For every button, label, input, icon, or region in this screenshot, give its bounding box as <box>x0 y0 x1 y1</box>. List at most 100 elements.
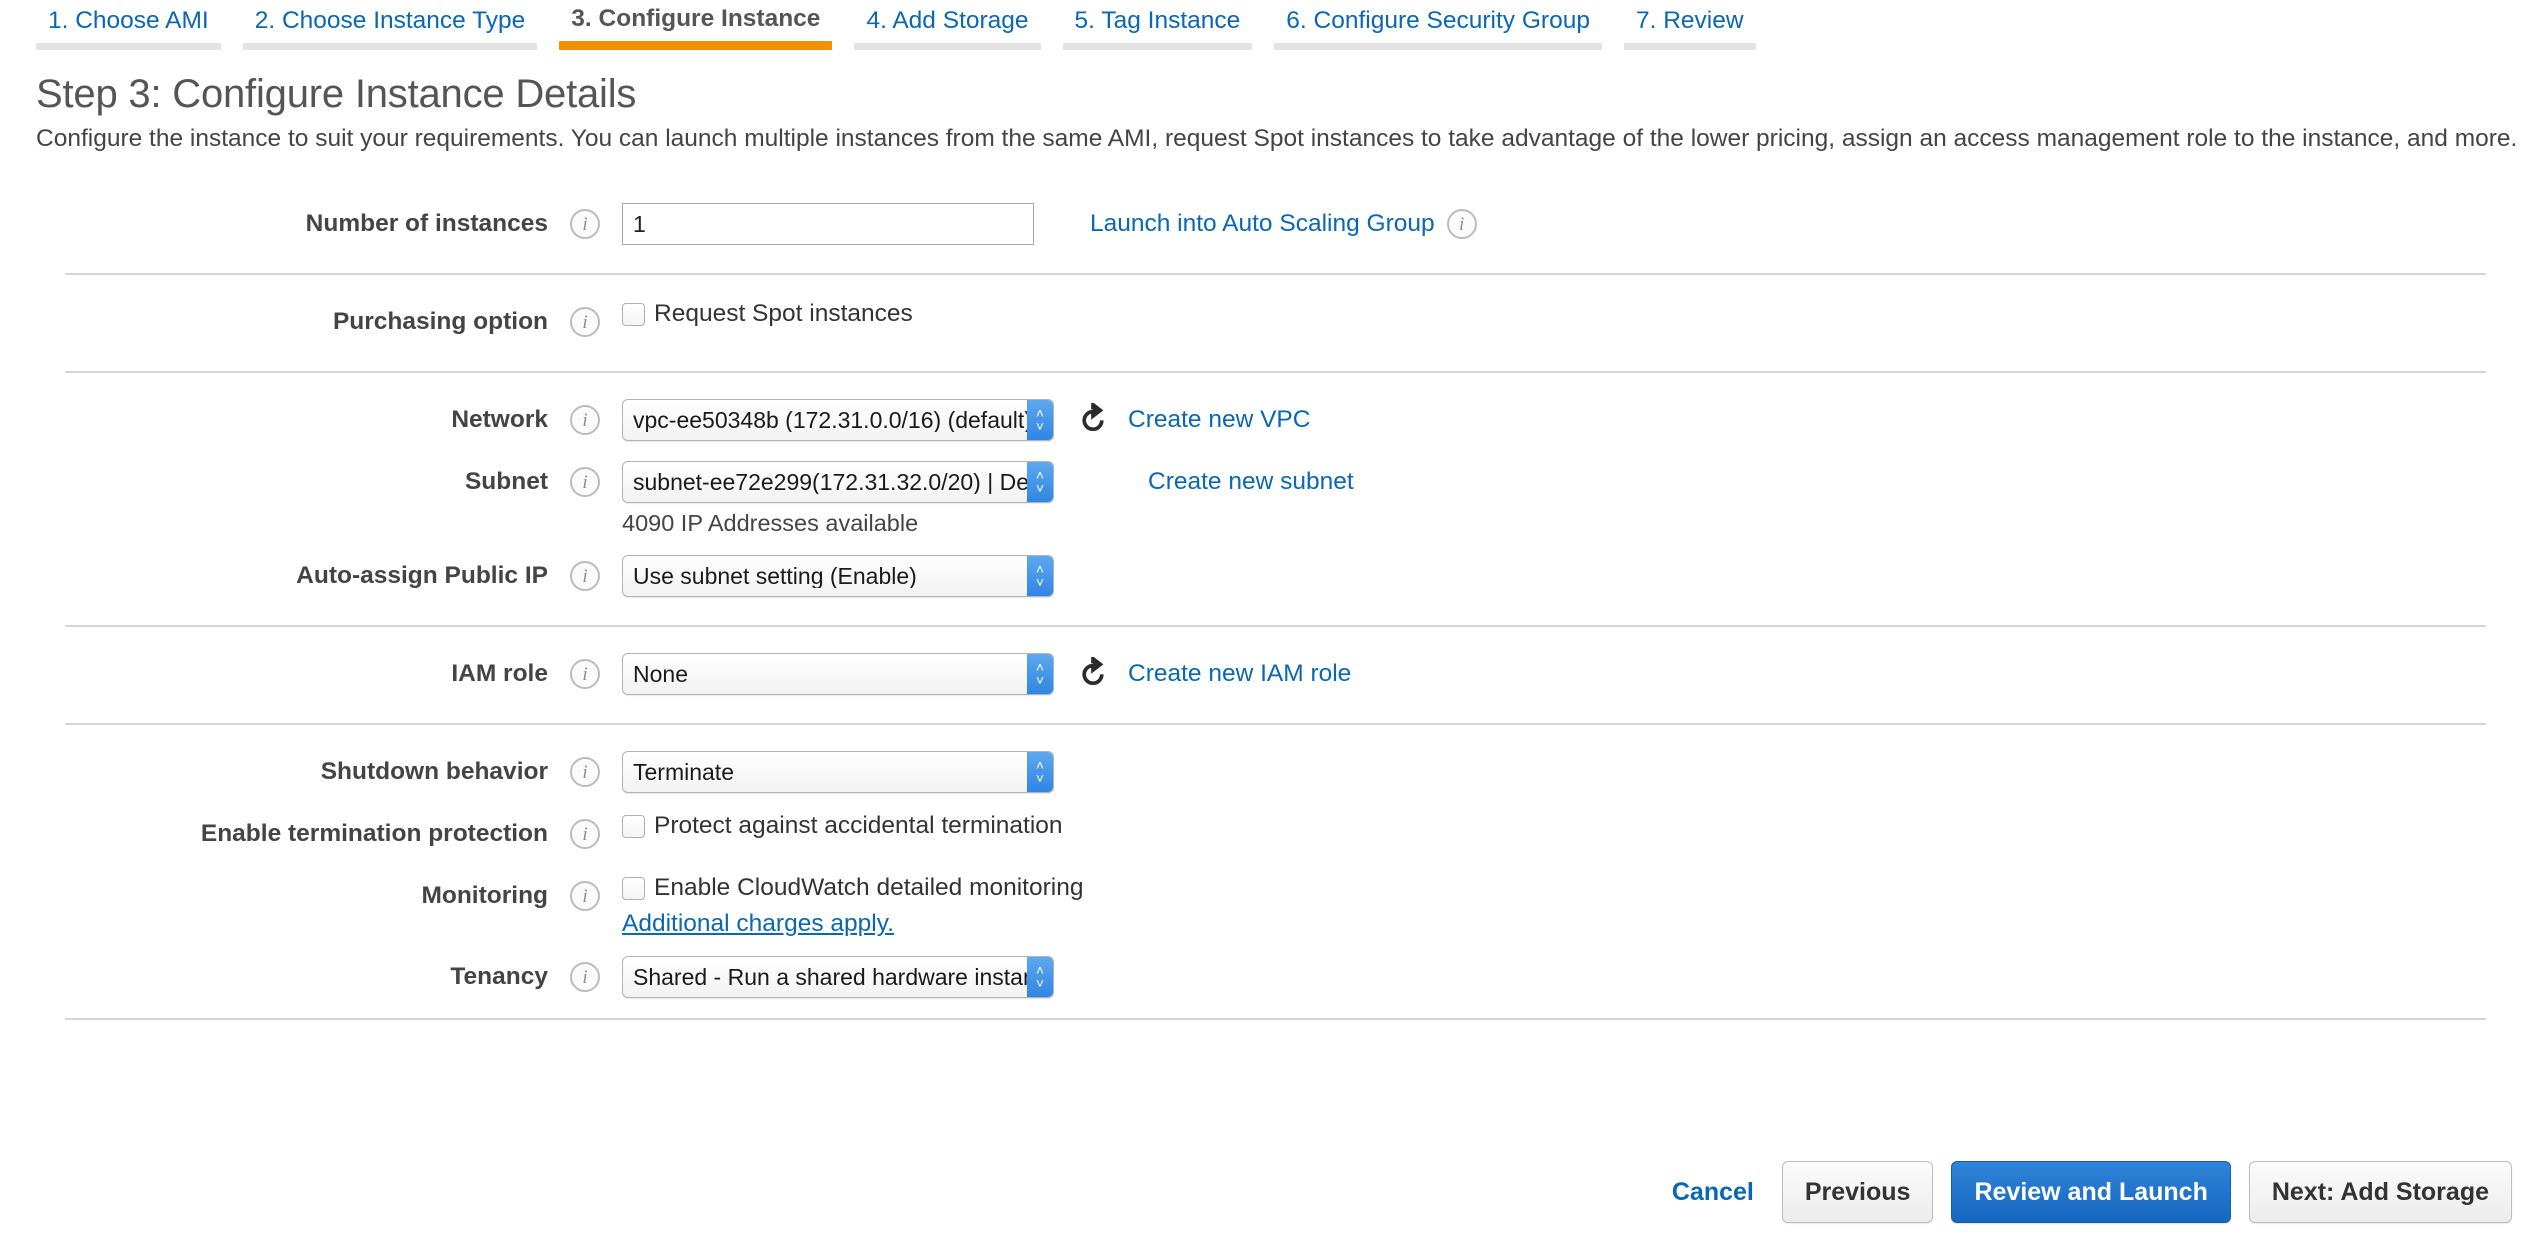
info-icon[interactable]: i <box>570 467 600 498</box>
tab-label: 3. Configure Instance <box>571 4 821 32</box>
network-select-value: vpc-ee50348b (172.31.0.0/16) (default) <box>633 408 1032 432</box>
tab-tag-instance[interactable]: 5. Tag Instance <box>1062 6 1253 50</box>
info-icon[interactable]: i <box>570 209 600 240</box>
tab-label: 6. Configure Security Group <box>1286 6 1590 34</box>
field-row-number-of-instances: Number of instances i Launch into Auto S… <box>0 203 2548 247</box>
chevron-updown-icon: ˄ ˅ <box>1027 462 1053 503</box>
field-row-purchasing-option: Purchasing option i Request Spot instanc… <box>0 300 2548 345</box>
field-row-subnet: Subnet i subnet-ee72e299(172.31.32.0/20)… <box>0 461 2548 537</box>
field-monitoring: Enable CloudWatch detailed monitoring Ad… <box>622 874 2548 938</box>
tab-underline-active <box>559 41 833 50</box>
tab-underline <box>1623 43 1756 50</box>
subnet-ip-availability-note: 4090 IP Addresses available <box>622 510 919 537</box>
additional-charges-link[interactable]: Additional charges apply. <box>622 910 894 937</box>
review-and-launch-button[interactable]: Review and Launch <box>1951 1161 2231 1223</box>
field-shutdown-behavior: Terminate ˄ ˅ <box>622 751 2548 794</box>
field-network: vpc-ee50348b (172.31.0.0/16) (default) ˄… <box>622 399 2548 442</box>
tab-label: 5. Tag Instance <box>1074 6 1241 34</box>
tab-review[interactable]: 7. Review <box>1623 6 1756 50</box>
tab-underline <box>242 43 538 50</box>
monitoring-label: Enable CloudWatch detailed monitoring <box>654 874 1084 902</box>
monitoring-checkbox[interactable] <box>622 877 645 901</box>
label-shutdown-behavior: Shutdown behavior <box>320 758 548 786</box>
field-iam-role: None ˄ ˅ Create new IAM role <box>622 653 2548 696</box>
request-spot-instances-checkbox[interactable] <box>622 303 645 327</box>
refresh-icon[interactable] <box>1076 403 1110 437</box>
create-new-vpc-link[interactable]: Create new VPC <box>1128 406 1310 434</box>
chevron-updown-icon: ˄ ˅ <box>1027 654 1053 695</box>
info-icon[interactable]: i <box>570 405 600 436</box>
shutdown-behavior-value: Terminate <box>633 760 734 784</box>
termination-protection-row[interactable]: Protect against accidental termination <box>622 812 2548 840</box>
info-icon[interactable]: i <box>570 881 600 912</box>
wizard-footer: Cancel Previous Review and Launch Next: … <box>0 1132 2548 1252</box>
iam-role-select-value: None <box>633 662 688 686</box>
refresh-icon[interactable] <box>1076 657 1110 691</box>
create-new-iam-role-link[interactable]: Create new IAM role <box>1128 660 1351 688</box>
info-icon[interactable]: i <box>570 659 600 690</box>
label-auto-assign-public-ip: Auto-assign Public IP <box>296 562 548 590</box>
previous-button[interactable]: Previous <box>1781 1161 1934 1223</box>
tab-label: 7. Review <box>1635 6 1744 34</box>
page-description: Configure the instance to suit your requ… <box>36 124 2518 152</box>
field-row-termination-protection: Enable termination protection i Protect … <box>0 812 2548 857</box>
chevron-updown-icon: ˄ ˅ <box>1027 400 1053 441</box>
label-tenancy: Tenancy <box>450 963 548 991</box>
label-monitoring: Monitoring <box>421 882 548 910</box>
label-iam-role: IAM role <box>451 660 548 688</box>
next-add-storage-button[interactable]: Next: Add Storage <box>2248 1161 2512 1223</box>
tenancy-select[interactable]: Shared - Run a shared hardware instance … <box>622 956 1054 999</box>
section-divider <box>65 1018 2486 1021</box>
create-new-subnet-link[interactable]: Create new subnet <box>1148 468 1354 496</box>
auto-assign-public-ip-select[interactable]: Use subnet setting (Enable) ˄ ˅ <box>622 555 1054 598</box>
info-cell: i <box>548 956 622 993</box>
request-spot-instances-row[interactable]: Request Spot instances <box>622 300 2548 328</box>
tab-underline <box>1274 43 1602 50</box>
tab-label: 4. Add Storage <box>866 6 1029 34</box>
field-number-of-instances: Launch into Auto Scaling Group i <box>622 203 2548 246</box>
field-row-shutdown-behavior: Shutdown behavior i Terminate ˄ ˅ <box>0 751 2548 795</box>
tab-underline <box>36 43 221 50</box>
request-spot-instances-label: Request Spot instances <box>654 300 913 328</box>
tab-configure-instance[interactable]: 3. Configure Instance <box>559 4 833 50</box>
field-termination-protection: Protect against accidental termination <box>622 812 2548 840</box>
termination-protection-label: Protect against accidental termination <box>654 812 1063 840</box>
chevron-down-icon: ˅ <box>1035 672 1045 689</box>
auto-assign-public-ip-value: Use subnet setting (Enable) <box>633 564 917 588</box>
label-purchasing-option: Purchasing option <box>332 308 548 336</box>
tab-choose-instance-type[interactable]: 2. Choose Instance Type <box>242 8 538 50</box>
network-select[interactable]: vpc-ee50348b (172.31.0.0/16) (default) ˄… <box>622 399 1054 442</box>
info-cell: i <box>548 653 622 690</box>
field-row-monitoring: Monitoring i Enable CloudWatch detailed … <box>0 874 2548 938</box>
tab-configure-security-group[interactable]: 6. Configure Security Group <box>1274 6 1602 50</box>
field-purchasing-option: Request Spot instances <box>622 300 2548 328</box>
termination-protection-checkbox[interactable] <box>622 815 645 839</box>
info-icon[interactable]: i <box>570 561 600 592</box>
field-auto-assign-public-ip: Use subnet setting (Enable) ˄ ˅ <box>622 555 2548 598</box>
label-network: Network <box>451 406 548 434</box>
page-title: Step 3: Configure Instance Details <box>36 72 637 116</box>
monitoring-row[interactable]: Enable CloudWatch detailed monitoring <box>622 874 2548 902</box>
chevron-updown-icon: ˄ ˅ <box>1027 752 1053 793</box>
chevron-updown-icon: ˄ ˅ <box>1027 556 1053 597</box>
info-icon[interactable]: i <box>570 307 600 338</box>
info-icon[interactable]: i <box>1446 209 1477 240</box>
info-icon[interactable]: i <box>570 819 600 850</box>
info-cell: i <box>548 301 622 338</box>
tab-choose-ami[interactable]: 1. Choose AMI <box>36 8 221 50</box>
page-header: Step 3: Configure Instance Details Confi… <box>0 50 2548 155</box>
tab-add-storage[interactable]: 4. Add Storage <box>854 6 1041 50</box>
subnet-select[interactable]: subnet-ee72e299(172.31.32.0/20) | Defaul… <box>622 461 1054 504</box>
info-icon[interactable]: i <box>570 962 600 993</box>
number-of-instances-input[interactable] <box>622 203 1034 246</box>
info-cell: i <box>548 203 622 240</box>
shutdown-behavior-select[interactable]: Terminate ˄ ˅ <box>622 751 1054 794</box>
chevron-updown-icon: ˄ ˅ <box>1027 957 1053 998</box>
info-cell: i <box>548 875 622 912</box>
field-subnet: subnet-ee72e299(172.31.32.0/20) | Defaul… <box>622 461 2548 537</box>
launch-into-auto-scaling-group-link[interactable]: Launch into Auto Scaling Group <box>1090 210 1435 238</box>
cancel-button[interactable]: Cancel <box>1662 1178 1764 1207</box>
info-icon[interactable]: i <box>570 757 600 788</box>
field-row-network: Network i vpc-ee50348b (172.31.0.0/16) (… <box>0 399 2548 443</box>
iam-role-select[interactable]: None ˄ ˅ <box>622 653 1054 696</box>
